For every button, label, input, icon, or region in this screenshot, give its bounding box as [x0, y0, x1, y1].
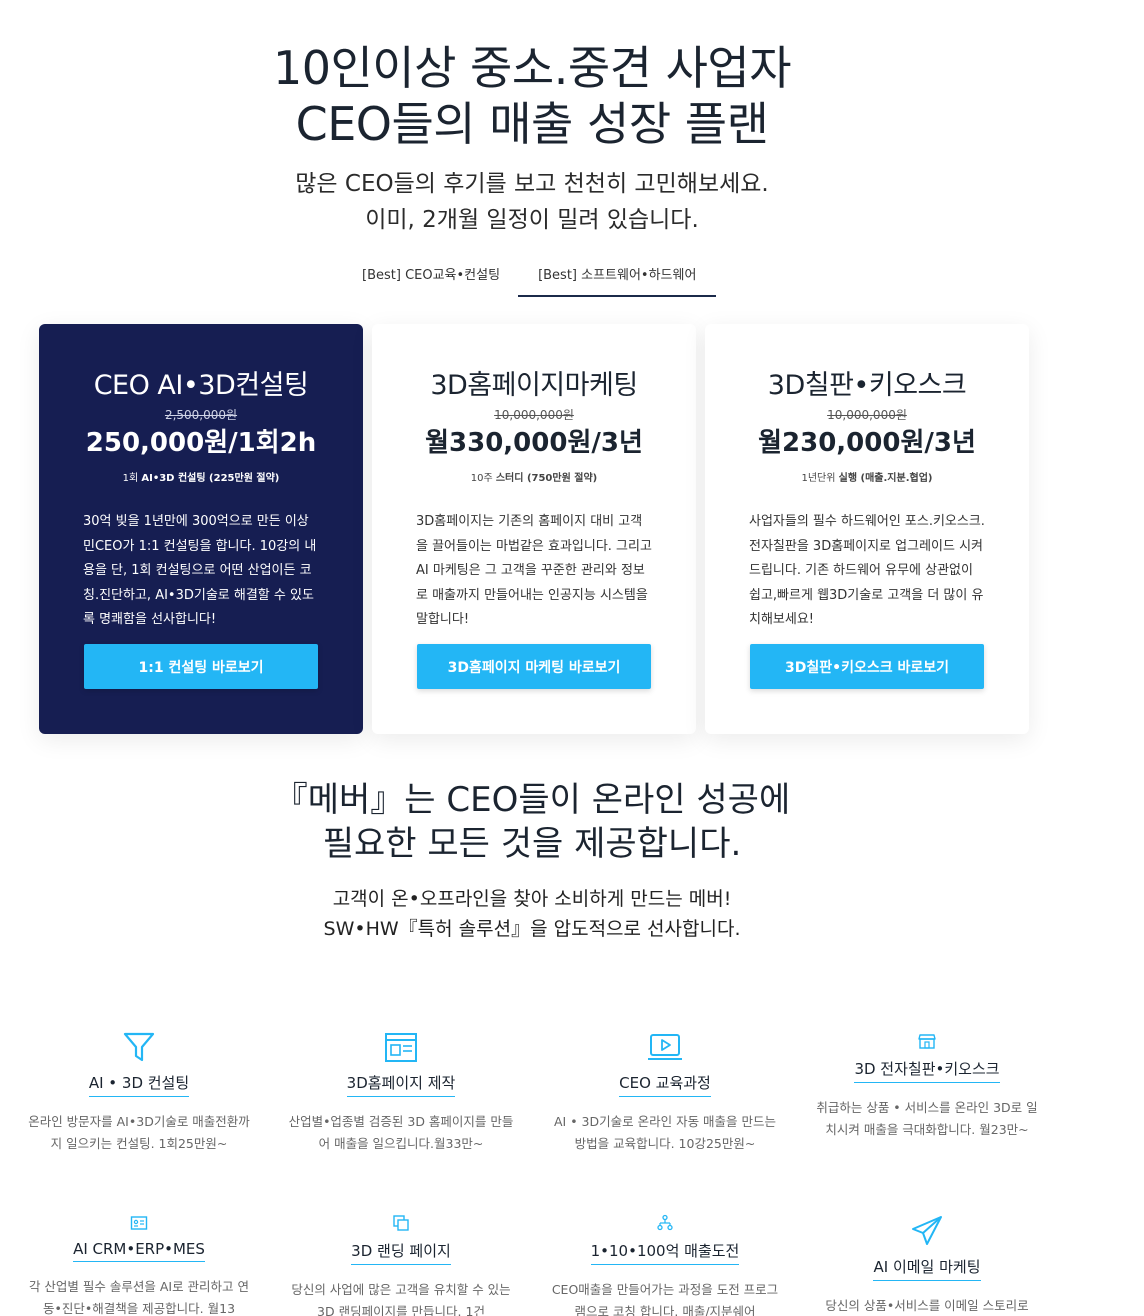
card-note-prefix: 1년단위 [801, 473, 839, 484]
hero-subtitle: 많은 CEO들의 후기를 보고 천천히 고민해보세요. 이미, 2개월 일정이 … [0, 166, 1064, 238]
feature-3d-homepage[interactable]: 3D홈페이지 제작 산업별•업종별 검증된 3D 홈페이지를 만들어 매출을 일… [276, 1030, 526, 1155]
card-description: 30억 빚을 1년만에 300억으로 만든 이상민CEO가 1:1 컨설팅을 합… [83, 514, 317, 627]
card-price: 월330,000원/3년 [425, 428, 643, 458]
pricing-card-kiosk: 3D칠판•키오스크 10,000,000원 월230,000원/3년 1년단위 … [705, 324, 1029, 734]
feature-description: AI • 3D기술로 온라인 자동 매출을 만드는 방법을 교육합니다. 10강… [553, 1114, 777, 1151]
feature-description: CEO매출을 만들어가는 과정을 도전 프로그램으로 코칭 합니다. 매출/지분… [551, 1282, 779, 1316]
network-icon [657, 1214, 673, 1231]
card-note: 10주 스터디 (750만원 절약) [372, 469, 696, 484]
services-intro: 『메버』는 CEO들이 온라인 성공에 필요한 모든 것을 제공합니다. 고객이… [0, 778, 1064, 944]
feature-revenue-challenge[interactable]: 1•10•100억 매출도전 CEO매출을 만들어가는 과정을 도전 프로그램으… [540, 1214, 790, 1316]
feature-name: 1•10•100억 매출도전 [590, 1240, 740, 1265]
card-title: 3D홈페이지마케팅 [430, 370, 638, 401]
homepage-marketing-view-button[interactable]: 3D홈페이지 마케팅 바로보기 [417, 644, 651, 689]
card-title: 3D칠판•키오스크 [767, 370, 967, 401]
hero-title-line2: CEO들의 매출 성장 플랜 [295, 97, 769, 151]
card-old-price: 2,500,000원 [164, 408, 238, 422]
card-note: 1회 AI•3D 컨설팅 (225만원 절약) [39, 469, 363, 484]
card-note-bold: 실행 (매출.지분.협업) [838, 473, 933, 484]
filter-icon [123, 1032, 155, 1062]
card-description: 사업자들의 필수 하드웨어인 포스.키오스크.전자칠판을 3D홈페이지로 업그레… [749, 514, 985, 627]
services-title-line1: 『메버』는 CEO들이 온라인 성공에 [273, 780, 791, 820]
feature-description: 당신의 사업에 많은 고객을 유치할 수 있는 3D 랜딩페이지를 만듭니다. … [291, 1282, 511, 1316]
hero-section: 10인이상 중소.중견 사업자 CEO들의 매출 성장 플랜 많은 CEO들의 … [0, 40, 1064, 238]
card-note-prefix: 10주 [470, 473, 496, 484]
feature-description: 온라인 방문자를 AI•3D기술로 매출전환까지 일으키는 컨설팅. 1회25만… [28, 1114, 250, 1151]
card-title: CEO AI•3D컨설팅 [93, 370, 309, 401]
feature-ai-email[interactable]: AI 이메일 마케팅 당신의 상품•서비스를 이메일 스토리로 [802, 1214, 1052, 1316]
feature-ceo-education[interactable]: CEO 교육과정 AI • 3D기술로 온라인 자동 매출을 만드는 방법을 교… [540, 1030, 790, 1155]
copy-icon [393, 1215, 409, 1231]
feature-3d-kiosk[interactable]: 3D 전자칠판•키오스크 취급하는 상품 • 서비스를 온라인 3D로 일치시켜… [802, 1032, 1052, 1141]
feature-name: 3D홈페이지 제작 [346, 1072, 456, 1097]
card-note-prefix: 1회 [122, 473, 142, 484]
services-title-line2: 필요한 모든 것을 제공합니다. [322, 824, 742, 864]
services-title: 『메버』는 CEO들이 온라인 성공에 필요한 모든 것을 제공합니다. [0, 778, 1064, 866]
paper-plane-icon [912, 1216, 942, 1245]
hero-sub-line1: 많은 CEO들의 후기를 보고 천천히 고민해보세요. [295, 171, 769, 197]
feature-name: AI CRM•ERP•MES [73, 1240, 205, 1262]
pricing-card-consulting: CEO AI•3D컨설팅 2,500,000원 250,000원/1회2h 1회… [39, 324, 363, 734]
feature-description: 각 산업별 필수 솔루션을 AI로 관리하고 연동•진단•해결책을 제공합니다.… [28, 1279, 250, 1316]
card-old-price: 10,000,000원 [827, 408, 907, 422]
card-note-bold: 스터디 (750만원 절약) [495, 473, 598, 484]
feature-ai-crm[interactable]: AI CRM•ERP•MES 각 산업별 필수 솔루션을 AI로 관리하고 연동… [14, 1214, 264, 1316]
video-play-icon [648, 1034, 682, 1060]
feature-3d-landing[interactable]: 3D 랜딩 페이지 당신의 사업에 많은 고객을 유치할 수 있는 3D 랜딩페… [276, 1214, 526, 1316]
card-note-bold: AI•3D 컨설팅 (225만원 절약) [141, 473, 280, 484]
category-tabs: [Best] CEO교육•컨설팅 [Best] 소프트웨어•하드웨어 [344, 258, 717, 297]
feature-description: 산업별•업종별 검증된 3D 홈페이지를 만들어 매출을 일으킵니다.월33만~ [288, 1114, 514, 1151]
pricing-card-3d-homepage: 3D홈페이지마케팅 10,000,000원 월330,000원/3년 10주 스… [372, 324, 696, 734]
card-price: 250,000원/1회2h [85, 428, 317, 458]
feature-description: 취급하는 상품 • 서비스를 온라인 3D로 일치시켜 매출을 극대화합니다. … [816, 1100, 1038, 1137]
store-icon [918, 1034, 936, 1049]
feature-name: 3D 전자칠판•키오스크 [854, 1058, 1000, 1083]
feature-ai-3d-consulting[interactable]: AI • 3D 컨설팅 온라인 방문자를 AI•3D기술로 매출전환까지 일으키… [14, 1030, 264, 1155]
feature-name: AI • 3D 컨설팅 [88, 1072, 190, 1097]
browser-icon [385, 1033, 417, 1062]
services-sub-line1: 고객이 온•오프라인을 찾아 소비하게 만드는 메버! [332, 888, 732, 910]
pricing-cards: CEO AI•3D컨설팅 2,500,000원 250,000원/1회2h 1회… [39, 324, 1029, 734]
id-card-icon [130, 1216, 148, 1230]
tab-ceo-education[interactable]: [Best] CEO교육•컨설팅 [344, 258, 518, 297]
feature-name: 3D 랜딩 페이지 [351, 1240, 451, 1265]
services-subtitle: 고객이 온•오프라인을 찾아 소비하게 만드는 메버! SW•HW『특허 솔루션… [0, 884, 1064, 944]
card-old-price: 10,000,000원 [494, 408, 574, 422]
services-sub-line2: SW•HW『특허 솔루션』을 압도적으로 선사합니다. [323, 918, 741, 940]
kiosk-view-button[interactable]: 3D칠판•키오스크 바로보기 [750, 644, 984, 689]
hero-title: 10인이상 중소.중견 사업자 CEO들의 매출 성장 플랜 [0, 40, 1064, 152]
card-description: 3D홈페이지는 기존의 홈페이지 대비 고객을 끌어들이는 마법같은 효과입니다… [416, 514, 652, 627]
feature-name: AI 이메일 마케팅 [873, 1256, 981, 1281]
feature-name: CEO 교육과정 [619, 1072, 711, 1097]
card-price: 월230,000원/3년 [758, 428, 976, 458]
card-note: 1년단위 실행 (매출.지분.협업) [705, 469, 1029, 484]
hero-title-line1: 10인이상 중소.중견 사업자 [272, 41, 792, 95]
consulting-view-button[interactable]: 1:1 컨설팅 바로보기 [84, 644, 318, 689]
hero-sub-line2: 이미, 2개월 일정이 밀려 있습니다. [365, 207, 699, 233]
tab-software-hardware[interactable]: [Best] 소프트웨어•하드웨어 [518, 258, 717, 297]
feature-description: 당신의 상품•서비스를 이메일 스토리로 [825, 1298, 1029, 1313]
